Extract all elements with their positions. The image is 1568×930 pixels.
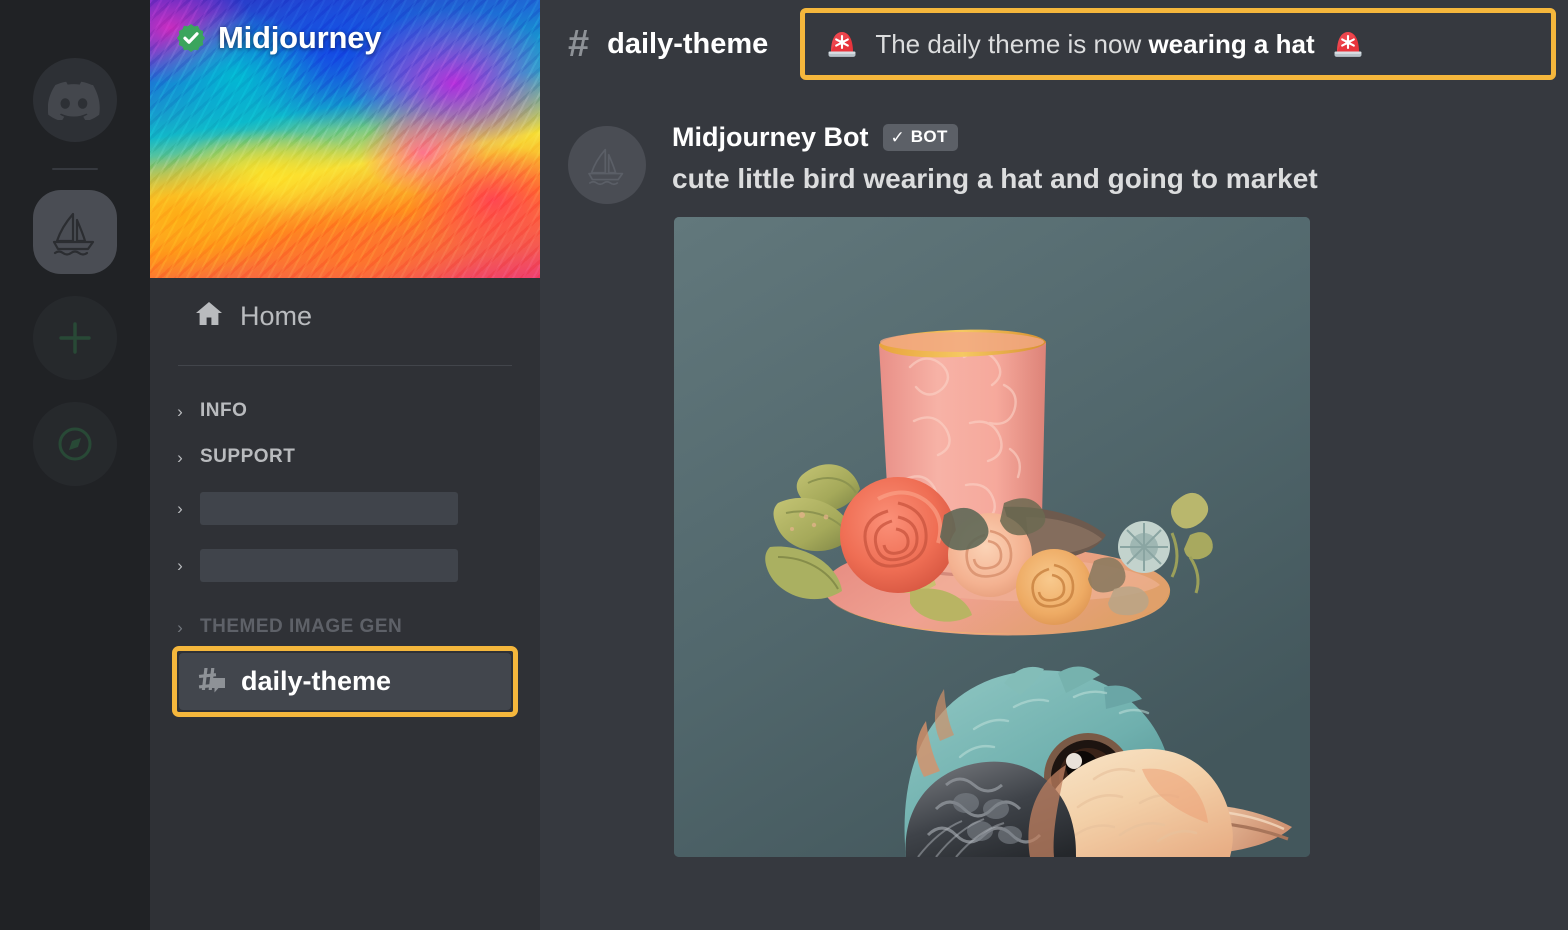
topic-prefix: The daily theme is now — [875, 28, 1149, 59]
sidebar-category-redacted-2[interactable]: › — [150, 537, 540, 594]
sidebar-category-themed-image-gen[interactable]: › THEMED IMAGE GEN — [150, 594, 540, 644]
sidebar-category-info[interactable]: › INFO — [150, 388, 540, 434]
server-name-label: Midjourney — [218, 20, 382, 55]
sidebar-item-home[interactable]: Home — [150, 286, 540, 347]
hash-icon: # — [568, 23, 590, 65]
generated-artwork — [674, 217, 1310, 857]
sidebar-category-support[interactable]: › SUPPORT — [150, 434, 540, 480]
server-rail-item-discord-home[interactable] — [33, 58, 117, 142]
sidebar-category-label: THEMED IMAGE GEN — [200, 616, 403, 637]
sailboat-icon — [52, 212, 95, 256]
channel-list: Home › INFO › SUPPORT › › › THEMED IMAGE… — [150, 278, 540, 930]
discord-app-window: Midjourney Home › INFO › SUPPORT › › › T… — [0, 0, 1568, 930]
chat-message: Midjourney Bot ✓ BOT cute little bird we… — [540, 122, 1568, 857]
sidebar-category-label: INFO — [200, 400, 248, 421]
compass-icon — [58, 427, 92, 461]
server-rail — [0, 0, 150, 930]
server-rail-divider — [52, 168, 98, 170]
bird-in-floral-top-hat-image[interactable] — [674, 217, 1310, 857]
message-text: cute little bird wearing a hat and going… — [672, 163, 1318, 194]
avatar[interactable] — [568, 126, 646, 204]
message-author[interactable]: Midjourney Bot — [672, 122, 869, 153]
discord-home-blob — [33, 58, 117, 142]
siren-light-icon — [1329, 25, 1367, 63]
explore-servers-blob — [33, 402, 117, 486]
message-header: Midjourney Bot ✓ BOT — [672, 122, 1568, 153]
home-icon — [194, 300, 224, 333]
chevron-right-icon: › — [177, 447, 183, 467]
message-body: Midjourney Bot ✓ BOT cute little bird we… — [672, 122, 1568, 857]
server-header[interactable]: Midjourney — [176, 20, 382, 56]
main-content: # daily-theme The daily theme is now wea… — [540, 0, 1568, 930]
redacted-category-bar — [200, 492, 458, 525]
channel-sidebar: Midjourney Home › INFO › SUPPORT › › › T… — [150, 0, 540, 930]
server-rail-item-midjourney[interactable] — [33, 190, 117, 274]
sidebar-divider — [178, 365, 512, 366]
topic-highlight-phrase: wearing a hat — [1148, 28, 1315, 59]
chevron-right-icon: › — [177, 617, 183, 637]
status-badge: ✓ BOT — [882, 124, 958, 151]
discord-logo-icon — [48, 81, 100, 120]
active-channel-wrapper: daily-theme — [150, 646, 540, 717]
sidebar-category-redacted-1[interactable]: › — [150, 480, 540, 537]
topbar-channel-name: daily-theme — [607, 27, 769, 60]
channel-topic[interactable]: The daily theme is now wearing a hat — [805, 13, 1551, 75]
sidebar-category-label: SUPPORT — [200, 446, 296, 467]
chevron-right-icon: › — [177, 401, 183, 421]
verified-check-icon — [176, 23, 206, 53]
redacted-category-bar — [200, 549, 458, 582]
channel-topbar: # daily-theme The daily theme is now wea… — [540, 0, 1568, 88]
server-banner: Midjourney — [150, 0, 540, 278]
topbar-channel-title[interactable]: # daily-theme — [568, 25, 768, 63]
bot-badge-label: BOT — [910, 127, 948, 146]
hash-chat-icon — [193, 663, 227, 700]
midjourney-server-blob — [33, 190, 117, 274]
channel-topic-highlight-box: The daily theme is now wearing a hat — [800, 8, 1556, 80]
server-rail-item-explore[interactable] — [33, 402, 117, 486]
server-rail-item-add-server[interactable] — [33, 296, 117, 380]
verified-bot-check-icon: ✓ — [890, 127, 905, 147]
midjourney-sailboat-avatar — [588, 148, 624, 186]
home-label: Home — [240, 301, 313, 331]
plus-icon — [59, 322, 91, 354]
siren-light-icon — [823, 25, 861, 63]
chevron-right-icon: › — [177, 499, 183, 518]
daily-theme-channel-label: daily-theme — [241, 666, 392, 696]
chevron-right-icon: › — [177, 556, 183, 575]
sidebar-item-daily-theme[interactable]: daily-theme — [179, 653, 511, 710]
daily-theme-highlight-box: daily-theme — [172, 646, 518, 717]
message-area: Midjourney Bot ✓ BOT cute little bird we… — [540, 88, 1568, 930]
channel-topic-text: The daily theme is now wearing a hat — [875, 29, 1314, 60]
add-server-blob — [33, 296, 117, 380]
